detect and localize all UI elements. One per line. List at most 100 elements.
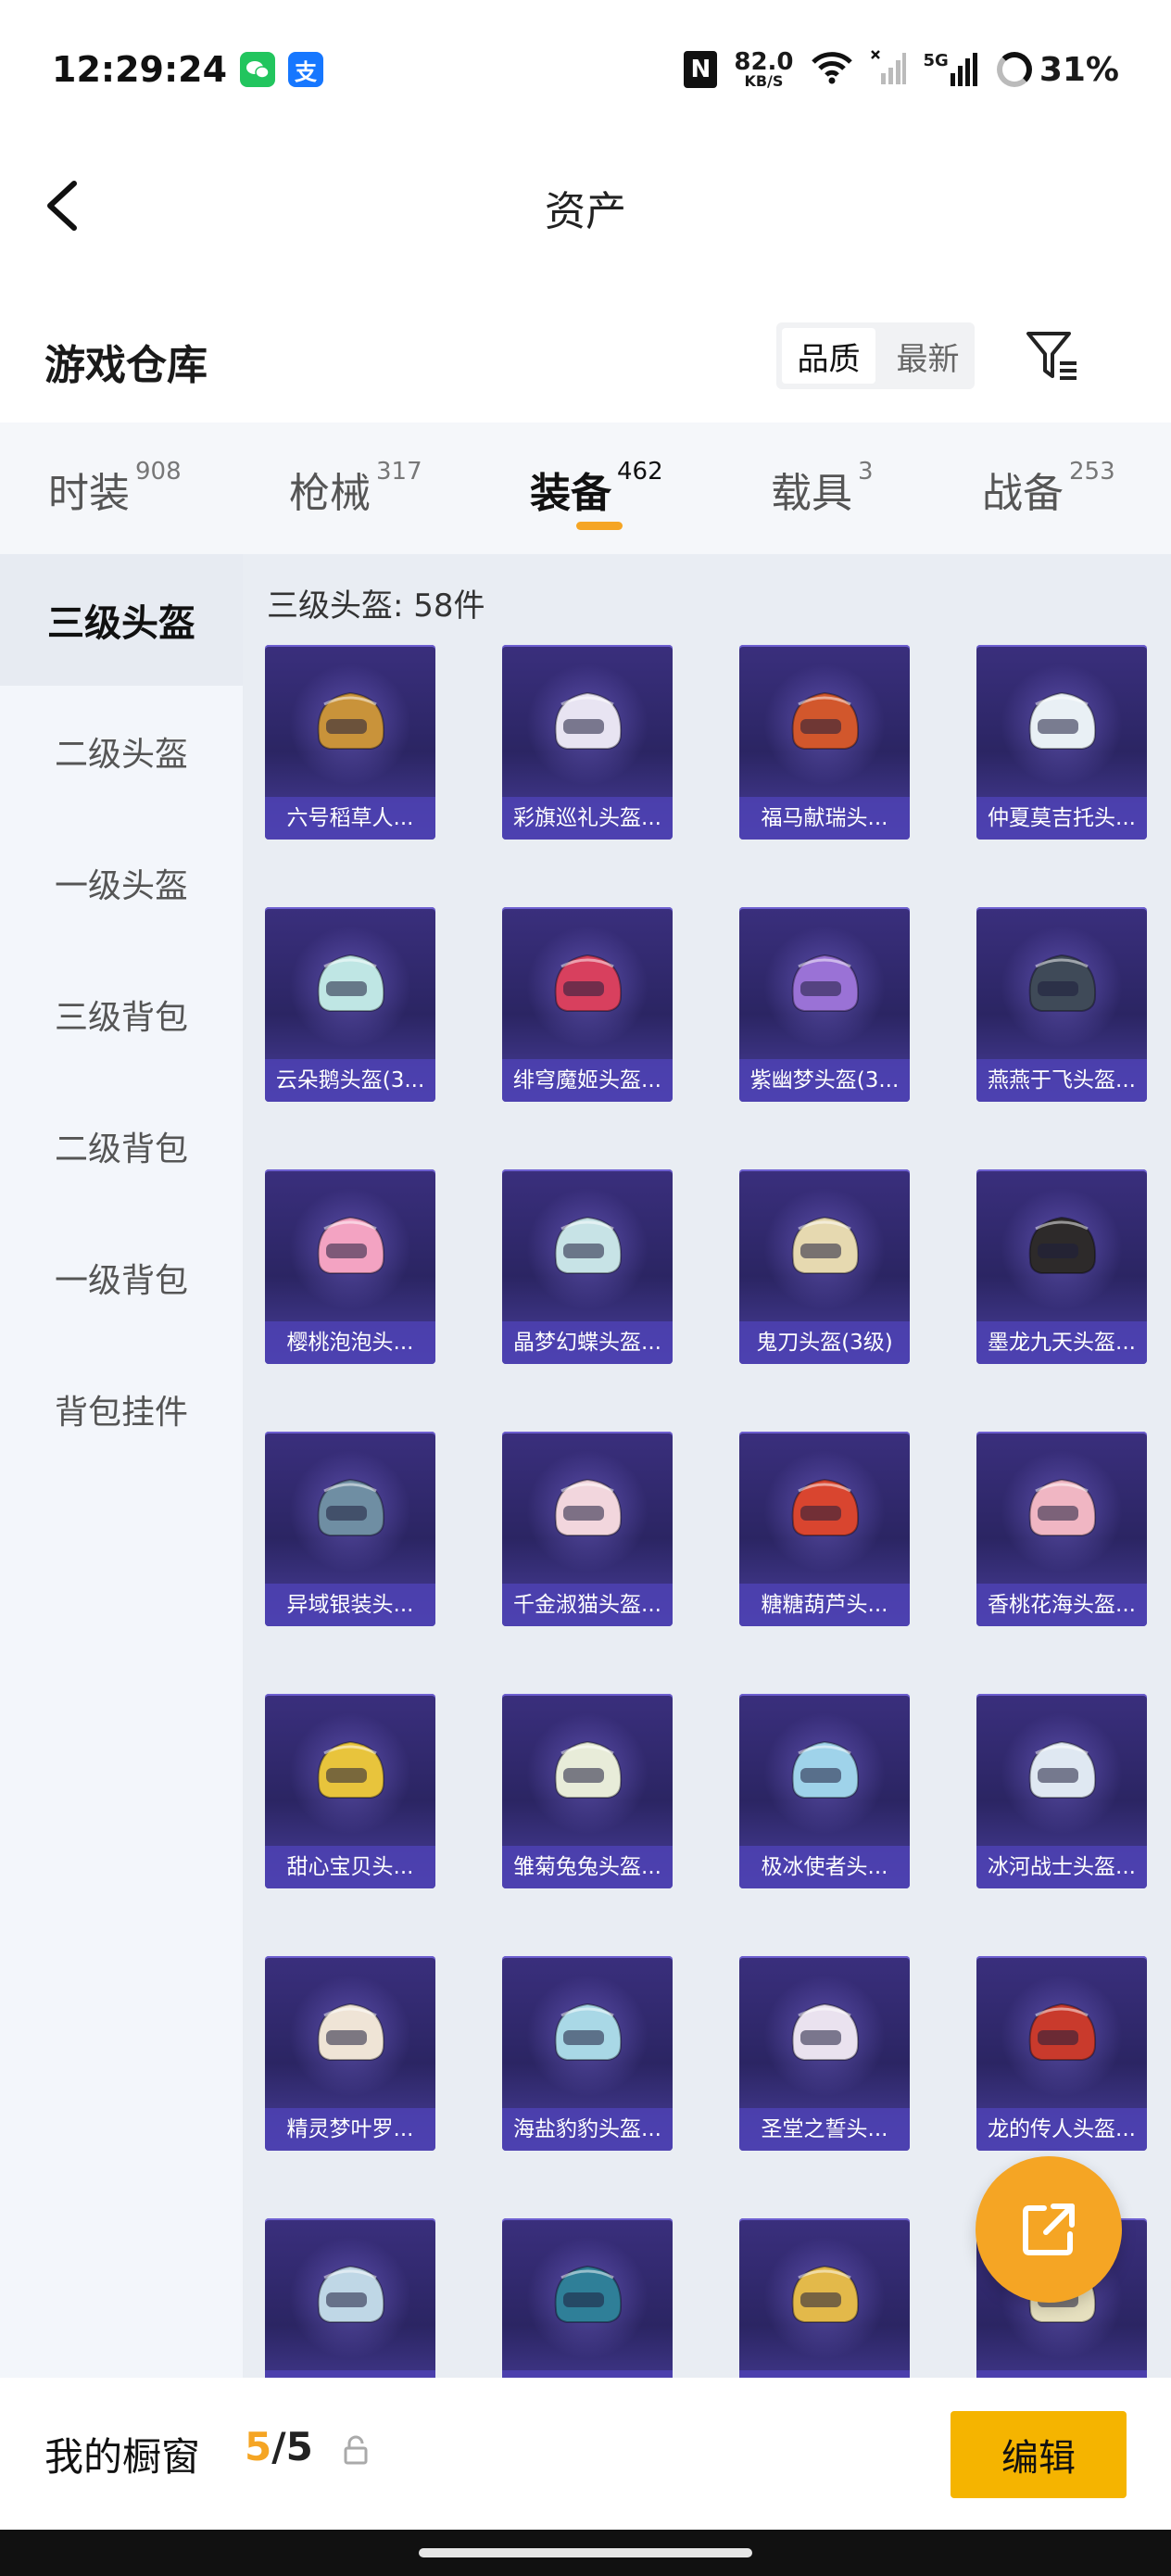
item-card[interactable]: 福马献瑞头... (739, 645, 910, 840)
sidebar-item-level1-helmet[interactable]: 一级头盔 (0, 817, 243, 949)
item-card[interactable]: 六号稻草人... (265, 645, 435, 840)
item-content: 三级头盔: 58件 六号稻草人... 彩旗巡礼头盔... 福马献瑞头... 仲夏莫吉托… (243, 554, 1171, 2378)
helmet-icon (317, 953, 385, 1012)
helmet-icon (317, 1216, 385, 1274)
nav-bar: 资产 (0, 139, 1171, 276)
helmet-icon (791, 2265, 860, 2323)
sidebar-item-backpack-charm[interactable]: 背包挂件 (0, 1344, 243, 1475)
gesture-bar (0, 2530, 1171, 2576)
tab-equipment[interactable]: 装备 462 (530, 458, 663, 519)
helmet-icon (554, 2265, 623, 2323)
item-card[interactable] (739, 2218, 910, 2378)
sidebar-item-level2-backpack[interactable]: 二级背包 (0, 1080, 243, 1212)
helmet-icon (791, 2002, 860, 2061)
item-card[interactable]: 海盐豹豹头盔... (502, 1956, 673, 2151)
helmet-icon (791, 1216, 860, 1274)
tab-firearms[interactable]: 枪械 317 (289, 458, 422, 519)
tab-firearms-count: 317 (376, 458, 422, 486)
share-float-button[interactable] (976, 2156, 1122, 2303)
tab-supplies[interactable]: 战备 253 (982, 458, 1115, 519)
helmet-icon (317, 1478, 385, 1536)
item-card[interactable]: 仲夏莫吉托头... (976, 645, 1147, 840)
item-name (502, 2370, 673, 2378)
sort-option-quality[interactable]: 品质 (782, 328, 875, 384)
tab-fashion-label: 时装 (48, 470, 130, 517)
sidebar-item-level2-helmet[interactable]: 二级头盔 (0, 686, 243, 817)
item-name (739, 2370, 910, 2378)
status-time: 12:29:24 (52, 49, 228, 90)
item-card[interactable]: 雏菊兔兔头盔... (502, 1694, 673, 1888)
tab-equipment-label: 装备 (530, 470, 611, 517)
item-name: 龙的传人头盔... (976, 2108, 1147, 2151)
helmet-icon (554, 1478, 623, 1536)
item-card[interactable] (265, 2218, 435, 2378)
item-card[interactable]: 龙的传人头盔... (976, 1956, 1147, 2151)
item-card[interactable]: 绯穹魔姬头盔... (502, 907, 673, 1102)
sidebar-item-level3-helmet[interactable]: 三级头盔 (0, 554, 243, 686)
item-name: 圣堂之誓头... (739, 2108, 910, 2151)
tab-supplies-label: 战备 (982, 470, 1064, 517)
helmet-icon (1028, 953, 1097, 1012)
edit-button[interactable]: 编辑 (951, 2411, 1127, 2498)
showcase-count: 5/5 (245, 2424, 313, 2469)
showcase-separator: / (271, 2424, 286, 2469)
item-name: 冰河战士头盔... (976, 1846, 1147, 1888)
tab-fashion-count: 908 (135, 458, 182, 486)
item-card[interactable]: 极冰使者头... (739, 1694, 910, 1888)
item-name: 樱桃泡泡头... (265, 1321, 435, 1364)
sidebar: 三级头盔 二级头盔 一级头盔 三级背包 二级背包 一级背包 背包挂件 (0, 554, 243, 2378)
item-name: 晶梦幻蝶头盔... (502, 1321, 673, 1364)
lock-icon (343, 2435, 369, 2465)
signal-sim1-icon (870, 49, 907, 90)
helmet-icon (791, 691, 860, 750)
warehouse-title: 游戏仓库 (44, 342, 208, 389)
item-name: 福马献瑞头... (739, 797, 910, 840)
showcase-total: 5 (285, 2424, 313, 2469)
item-card[interactable]: 燕燕于飞头盔... (976, 907, 1147, 1102)
item-card[interactable]: 精灵梦叶罗... (265, 1956, 435, 2151)
showcase-label: 我的橱窗 (44, 2434, 201, 2480)
item-name: 彩旗巡礼头盔... (502, 797, 673, 840)
wechat-icon (240, 52, 276, 87)
item-card[interactable]: 糖糖葫芦头... (739, 1432, 910, 1626)
item-name: 甜心宝贝头... (265, 1846, 435, 1888)
helmet-icon (1028, 691, 1097, 750)
showcase-bar: 我的橱窗 5/5 编辑 (0, 2378, 1171, 2530)
battery-icon (996, 52, 1032, 87)
item-card[interactable]: 异域银装头... (265, 1432, 435, 1626)
helmet-icon (554, 2002, 623, 2061)
item-card[interactable]: 紫幽梦头盔(3... (739, 907, 910, 1102)
item-card[interactable]: 云朵鹅头盔(3... (265, 907, 435, 1102)
back-button[interactable] (37, 176, 96, 235)
filter-icon (1026, 332, 1077, 380)
item-card[interactable]: 彩旗巡礼头盔... (502, 645, 673, 840)
warehouse-header: 游戏仓库 品质 最新 (0, 306, 1171, 410)
item-card[interactable]: 香桃花海头盔... (976, 1432, 1147, 1626)
item-card[interactable]: 樱桃泡泡头... (265, 1169, 435, 1364)
sidebar-item-level3-backpack[interactable]: 三级背包 (0, 949, 243, 1080)
item-card[interactable] (502, 2218, 673, 2378)
item-card[interactable]: 冰河战士头盔... (976, 1694, 1147, 1888)
item-name: 燕燕于飞头盔... (976, 1059, 1147, 1102)
filter-button[interactable] (1023, 326, 1082, 385)
item-name: 紫幽梦头盔(3... (739, 1059, 910, 1102)
category-tabs: 时装 908 枪械 317 装备 462 载具 3 战备 253 (0, 423, 1171, 554)
tab-vehicles-count: 3 (858, 458, 874, 486)
sort-option-newest[interactable]: 最新 (881, 322, 975, 389)
tab-firearms-label: 枪械 (289, 470, 371, 517)
item-card[interactable]: 千金淑猫头盔... (502, 1432, 673, 1626)
tab-vehicles[interactable]: 载具 3 (771, 458, 874, 519)
item-card[interactable]: 甜心宝贝头... (265, 1694, 435, 1888)
sort-toggle: 品质 最新 (776, 322, 975, 389)
home-indicator[interactable] (419, 2548, 752, 2557)
item-card[interactable]: 晶梦幻蝶头盔... (502, 1169, 673, 1364)
item-card[interactable]: 墨龙九天头盔... (976, 1169, 1147, 1364)
battery-indicator: 31% (996, 51, 1119, 89)
status-bar: 12:29:24 支 N 82.0 KB/S 5G 31% (0, 0, 1171, 139)
sidebar-item-level1-backpack[interactable]: 一级背包 (0, 1212, 243, 1344)
nfc-icon: N (684, 51, 718, 88)
tab-fashion[interactable]: 时装 908 (48, 458, 182, 519)
helmet-icon (1028, 2002, 1097, 2061)
item-card[interactable]: 鬼刀头盔(3级) (739, 1169, 910, 1364)
item-card[interactable]: 圣堂之誓头... (739, 1956, 910, 2151)
